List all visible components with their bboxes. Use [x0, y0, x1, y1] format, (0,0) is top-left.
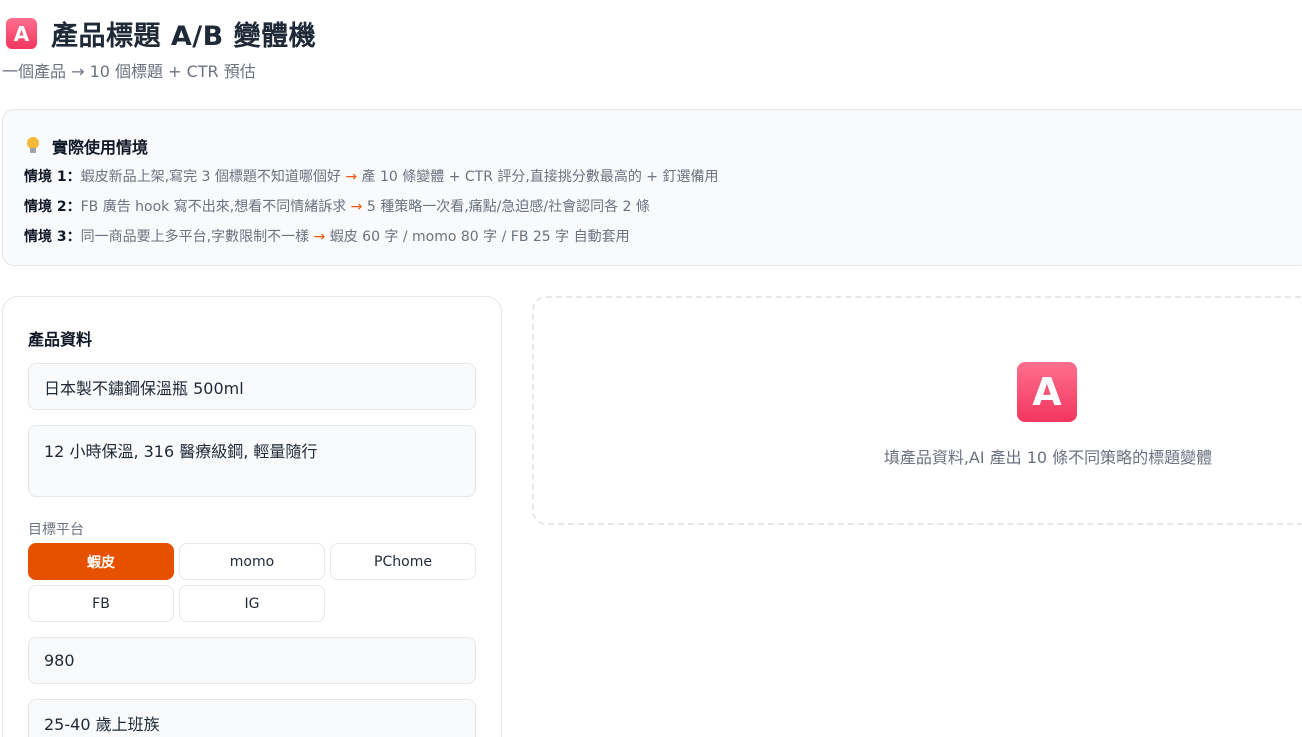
scenario-text: 5 種策略一次看,痛點/急迫感/社會認同各 2 條 [362, 199, 650, 215]
scenario-item-2: 情境 2：FB 廣告 hook 寫不出來,想看不同情緒訴求 → 5 種策略一次看… [24, 196, 650, 216]
lightbulb-icon [26, 137, 40, 155]
platform-button-fb[interactable]: FB [28, 585, 174, 622]
scenario-text: 產 10 條變體 + CTR 評分,直接挑分數最高的 + 釘選備用 [357, 169, 719, 185]
page-subtitle: 一個產品 → 10 個標題 + CTR 預估 [2, 62, 256, 81]
scenario-label: 情境 1： [24, 169, 81, 185]
empty-state-text: 填產品資料,AI 產出 10 條不同策略的標題變體 [883, 448, 1213, 467]
a-button-icon: A [6, 18, 37, 49]
scenario-label: 情境 2： [24, 199, 81, 215]
price-input[interactable]: 980 [28, 637, 476, 684]
audience-input[interactable]: 25-40 歲上班族 [28, 699, 476, 737]
product-form-card: 產品資料 日本製不鏽鋼保溫瓶 500ml 12 小時保溫, 316 醫療級鋼, … [2, 296, 502, 737]
product-features-textarea[interactable]: 12 小時保溫, 316 醫療級鋼, 輕量隨行 [28, 425, 476, 497]
scenario-text: 同一商品要上多平台,字數限制不一樣 [80, 229, 314, 245]
platform-button-ig[interactable]: IG [179, 585, 325, 622]
product-name-input[interactable]: 日本製不鏽鋼保溫瓶 500ml [28, 363, 476, 410]
scenario-label: 情境 3： [24, 229, 81, 245]
platform-button-shopee[interactable]: 蝦皮 [28, 543, 174, 580]
scenario-title: 實際使用情境 [52, 138, 149, 157]
page: A 產品標題 A/B 變體機 一個產品 → 10 個標題 + CTR 預估 實際… [0, 0, 1302, 737]
scenario-text: FB 廣告 hook 寫不出來,想看不同情緒訴求 [80, 199, 351, 215]
platform-label: 目標平台 [28, 522, 84, 538]
platform-button-momo[interactable]: momo [179, 543, 325, 580]
arrow-icon: → [345, 169, 358, 185]
scenario-text: 蝦皮新品上架,寫完 3 個標題不知道哪個好 [80, 169, 346, 185]
scenario-panel: 實際使用情境 情境 1：蝦皮新品上架,寫完 3 個標題不知道哪個好 → 產 10… [2, 109, 1302, 266]
page-header: A 產品標題 A/B 變體機 [6, 14, 316, 53]
scenario-header: 實際使用情境 [26, 134, 148, 158]
arrow-icon: → [313, 229, 326, 245]
a-button-icon: A [1017, 362, 1077, 422]
scenario-item-3: 情境 3：同一商品要上多平台,字數限制不一樣 → 蝦皮 60 字 / momo … [24, 226, 630, 246]
result-placeholder: A 填產品資料,AI 產出 10 條不同策略的標題變體 [532, 296, 1302, 525]
scenario-item-1: 情境 1：蝦皮新品上架,寫完 3 個標題不知道哪個好 → 產 10 條變體 + … [24, 166, 718, 186]
platform-button-pchome[interactable]: PChome [330, 543, 476, 580]
page-title: 產品標題 A/B 變體機 [51, 21, 317, 52]
form-title: 產品資料 [28, 330, 93, 349]
arrow-icon: → [350, 199, 363, 215]
scenario-text: 蝦皮 60 字 / momo 80 字 / FB 25 字 自動套用 [325, 229, 630, 245]
